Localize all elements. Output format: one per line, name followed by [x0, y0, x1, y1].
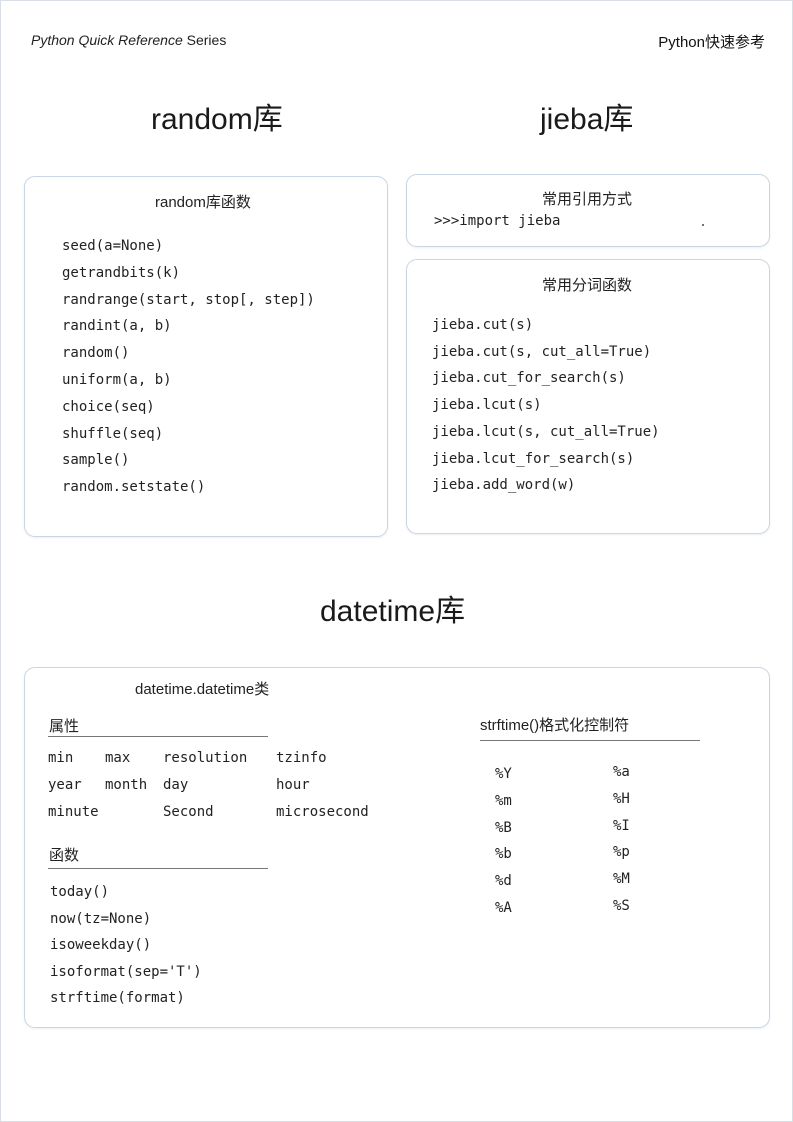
stray-dot — [702, 224, 704, 226]
jieba-import-card: 常用引用方式 >>>import jieba — [406, 174, 770, 247]
jieba-function-item: jieba.cut(s) — [432, 317, 534, 333]
functions-rule — [48, 868, 268, 869]
strftime-code: %A — [495, 900, 512, 916]
attribute-item: day — [163, 777, 189, 793]
strftime-code: %B — [495, 819, 512, 836]
jieba-function-item: jieba.lcut(s, cut_all=True) — [432, 423, 660, 440]
random-function-item: shuffle(seq) — [62, 425, 164, 442]
random-function-item: randrange(start, stop[, step]) — [62, 291, 315, 308]
jieba-function-item: jieba.lcut_for_search(s) — [432, 450, 635, 467]
strftime-code: %S — [613, 898, 630, 914]
random-function-item: randint(a, b) — [62, 318, 172, 335]
strftime-code: %I — [613, 817, 630, 834]
jieba-function-item: jieba.lcut(s) — [432, 397, 542, 414]
attributes-rule — [48, 736, 268, 737]
attribute-item: Second — [163, 804, 214, 820]
random-function-item: seed(a=None) — [62, 238, 164, 254]
attributes-heading: 属性 — [49, 718, 80, 735]
datetime-section-title: datetime库 — [320, 595, 466, 628]
strftime-code: %m — [495, 792, 512, 809]
attribute-item: tzinfo — [276, 750, 327, 766]
strftime-rule — [480, 740, 700, 741]
series-name: Python Quick Reference — [31, 32, 183, 48]
datetime-card: datetime.datetime类 属性 min max resolution tz… — [24, 667, 770, 1028]
datetime-function-item: today() — [50, 884, 110, 900]
series-label: Python Quick Reference Series — [31, 32, 226, 48]
random-card-title: random库函数 — [155, 194, 251, 211]
random-card: random库函数 seed(a=None) getrandbits(k) rand… — [24, 176, 388, 537]
strftime-heading: strftime()格式化控制符 — [480, 717, 630, 734]
jieba-function-item: jieba.add_word(w) — [432, 477, 576, 494]
attribute-item: hour — [276, 777, 310, 793]
strftime-code: %p — [613, 844, 630, 861]
random-function-item: sample() — [62, 452, 130, 469]
datetime-function-item: now(tz=None) — [50, 910, 152, 927]
datetime-function-item: isoformat(sep='T') — [50, 963, 202, 980]
attribute-item: minute — [48, 804, 99, 820]
functions-heading: 函数 — [49, 847, 80, 864]
attribute-item: microsecond — [276, 804, 369, 820]
strftime-code: %b — [495, 846, 512, 863]
strftime-code: %H — [613, 790, 630, 807]
random-function-item: getrandbits(k) — [62, 264, 181, 281]
random-function-item: random.setstate() — [62, 479, 206, 496]
series-suffix: Series — [182, 32, 227, 48]
attribute-item: max — [105, 750, 131, 766]
jieba-section-title: jieba库 — [540, 103, 634, 136]
page-header-title: Python快速参考 — [658, 34, 765, 51]
jieba-function-item: jieba.cut_for_search(s) — [432, 370, 626, 387]
attribute-item: month — [105, 777, 148, 793]
jieba-import-code: >>>import jieba — [434, 213, 561, 229]
attribute-item: resolution — [163, 750, 248, 766]
jieba-import-card-title: 常用引用方式 — [542, 191, 633, 208]
random-section-title: random库 — [151, 103, 283, 136]
datetime-function-item: isoweekday() — [50, 937, 152, 953]
datetime-card-title: datetime.datetime类 — [135, 681, 270, 698]
jieba-functions-card-title: 常用分词函数 — [542, 277, 633, 294]
strftime-code: %Y — [495, 766, 512, 782]
jieba-function-item: jieba.cut(s, cut_all=True) — [432, 343, 652, 360]
attribute-item: year — [48, 777, 82, 793]
jieba-functions-card: 常用分词函数 jieba.cut(s) jieba.cut(s, cut_all=… — [406, 259, 770, 534]
strftime-code: %M — [613, 871, 630, 888]
strftime-code: %d — [495, 873, 512, 890]
random-function-item: uniform(a, b) — [62, 372, 172, 388]
random-function-item: choice(seq) — [62, 398, 155, 415]
strftime-code: %a — [613, 764, 630, 780]
attribute-item: min — [48, 750, 74, 766]
datetime-function-item: strftime(format) — [50, 990, 185, 1006]
random-function-item: random() — [62, 345, 130, 362]
